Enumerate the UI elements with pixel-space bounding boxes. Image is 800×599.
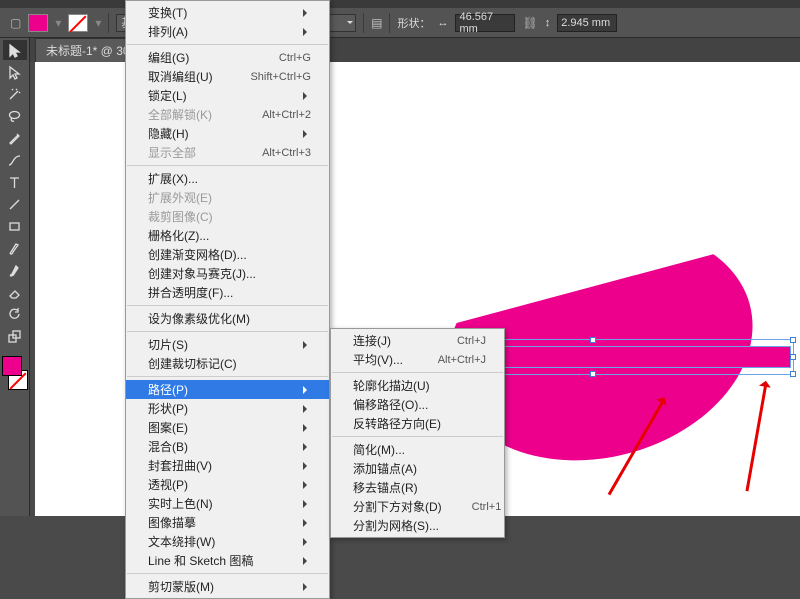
menu-item[interactable]: 创建渐变网格(D)... (126, 245, 329, 264)
width-field[interactable]: 46.567 mm (455, 14, 515, 32)
menu-item[interactable]: 栅格化(Z)... (126, 226, 329, 245)
tool-cursor[interactable] (3, 40, 27, 60)
menu-item[interactable]: 平均(V)...Alt+Ctrl+J (331, 350, 504, 369)
menu-item[interactable]: 隐藏(H) (126, 124, 329, 143)
menu-item[interactable]: 添加锚点(A) (331, 459, 504, 478)
fill-stroke-indicator[interactable] (2, 356, 28, 390)
menu-item[interactable]: 简化(M)... (331, 440, 504, 459)
align-icon[interactable]: ▤ (371, 16, 382, 30)
tool-eraser[interactable] (3, 282, 27, 302)
tool-lasso[interactable] (3, 106, 27, 126)
menu-item[interactable]: 混合(B) (126, 437, 329, 456)
menu-item[interactable]: 扩展(X)... (126, 169, 329, 188)
width-icon: ↔ (437, 17, 448, 29)
document-tabbar: 未标题-1* @ 300% ✕ (0, 38, 800, 62)
menu-item: 全部解锁(K)Alt+Ctrl+2 (126, 105, 329, 124)
menu-item[interactable]: 路径(P) (126, 380, 329, 399)
menu-item[interactable]: 设为像素级优化(M) (126, 309, 329, 328)
tool-brush[interactable] (3, 238, 27, 258)
menu-item[interactable]: 锁定(L) (126, 86, 329, 105)
menu-item[interactable]: 偏移路径(O)... (331, 395, 504, 414)
menu-item[interactable]: Line 和 Sketch 图稿 (126, 551, 329, 570)
menu-item: 扩展外观(E) (126, 188, 329, 207)
fill-swatch[interactable] (28, 14, 48, 32)
menu-item[interactable]: 实时上色(N) (126, 494, 329, 513)
tool-direct[interactable] (3, 62, 27, 82)
menu-item[interactable]: 排列(A) (126, 22, 329, 41)
menu-item[interactable]: 文本绕排(W) (126, 532, 329, 551)
tool-type[interactable] (3, 172, 27, 192)
path-submenu[interactable]: 连接(J)Ctrl+J平均(V)...Alt+Ctrl+J 轮廓化描边(U)偏移路… (330, 328, 505, 538)
menu-item[interactable]: 封套扭曲(V) (126, 456, 329, 475)
menu-item[interactable]: 形状(P) (126, 399, 329, 418)
menu-item[interactable]: 取消编组(U)Shift+Ctrl+G (126, 67, 329, 86)
shape-label: 形状： (397, 15, 430, 31)
tool-scale[interactable] (3, 326, 27, 346)
tool-curv[interactable] (3, 150, 27, 170)
menu-item[interactable]: 移去锚点(R) (331, 478, 504, 497)
menu-item[interactable]: 创建裁切标记(C) (126, 354, 329, 373)
annotation-arrow (745, 383, 767, 492)
menu-item[interactable]: 反转路径方向(E) (331, 414, 504, 433)
menu-item[interactable]: 变换(T) (126, 3, 329, 22)
menu-item: 裁剪图像(C) (126, 207, 329, 226)
menu-item[interactable]: 透视(P) (126, 475, 329, 494)
menu-item[interactable]: 剪切蒙版(M) (126, 577, 329, 596)
menu-item[interactable]: 分割为网格(S)... (331, 516, 504, 535)
menu-item[interactable]: 拼合透明度(F)... (126, 283, 329, 302)
menu-item[interactable]: 编组(G)Ctrl+G (126, 48, 329, 67)
anchor-icon: ▢ (10, 16, 21, 30)
tool-panel (0, 38, 30, 516)
menu-item[interactable]: 轮廓化描边(U) (331, 376, 504, 395)
menu-item[interactable]: 切片(S) (126, 335, 329, 354)
link-wh-icon[interactable]: ⛓ (522, 16, 537, 30)
menu-item[interactable]: 连接(J)Ctrl+J (331, 331, 504, 350)
tool-line[interactable] (3, 194, 27, 214)
menu-item[interactable]: 图案(E) (126, 418, 329, 437)
tool-blob[interactable] (3, 260, 27, 280)
height-field[interactable]: 2.945 mm (557, 14, 617, 32)
menubar[interactable] (0, 0, 800, 8)
height-icon: ↕ (545, 17, 551, 29)
menu-item[interactable]: 分割下方对象(D)Ctrl+1 (331, 497, 504, 516)
menu-item[interactable]: 创建对象马赛克(J)... (126, 264, 329, 283)
tool-rotate[interactable] (3, 304, 27, 324)
options-toolbar: ▢ ▾ ▾ 基本 不透明度 100% 样式： ▤ 形状： ↔ 46.567 mm… (0, 8, 800, 38)
tool-wand[interactable] (3, 84, 27, 104)
stroke-swatch[interactable] (68, 14, 88, 32)
menu-item: 显示全部Alt+Ctrl+3 (126, 143, 329, 162)
tool-pen[interactable] (3, 128, 27, 148)
object-menu[interactable]: 变换(T)排列(A) 编组(G)Ctrl+G取消编组(U)Shift+Ctrl+G… (125, 0, 330, 599)
tool-rect[interactable] (3, 216, 27, 236)
